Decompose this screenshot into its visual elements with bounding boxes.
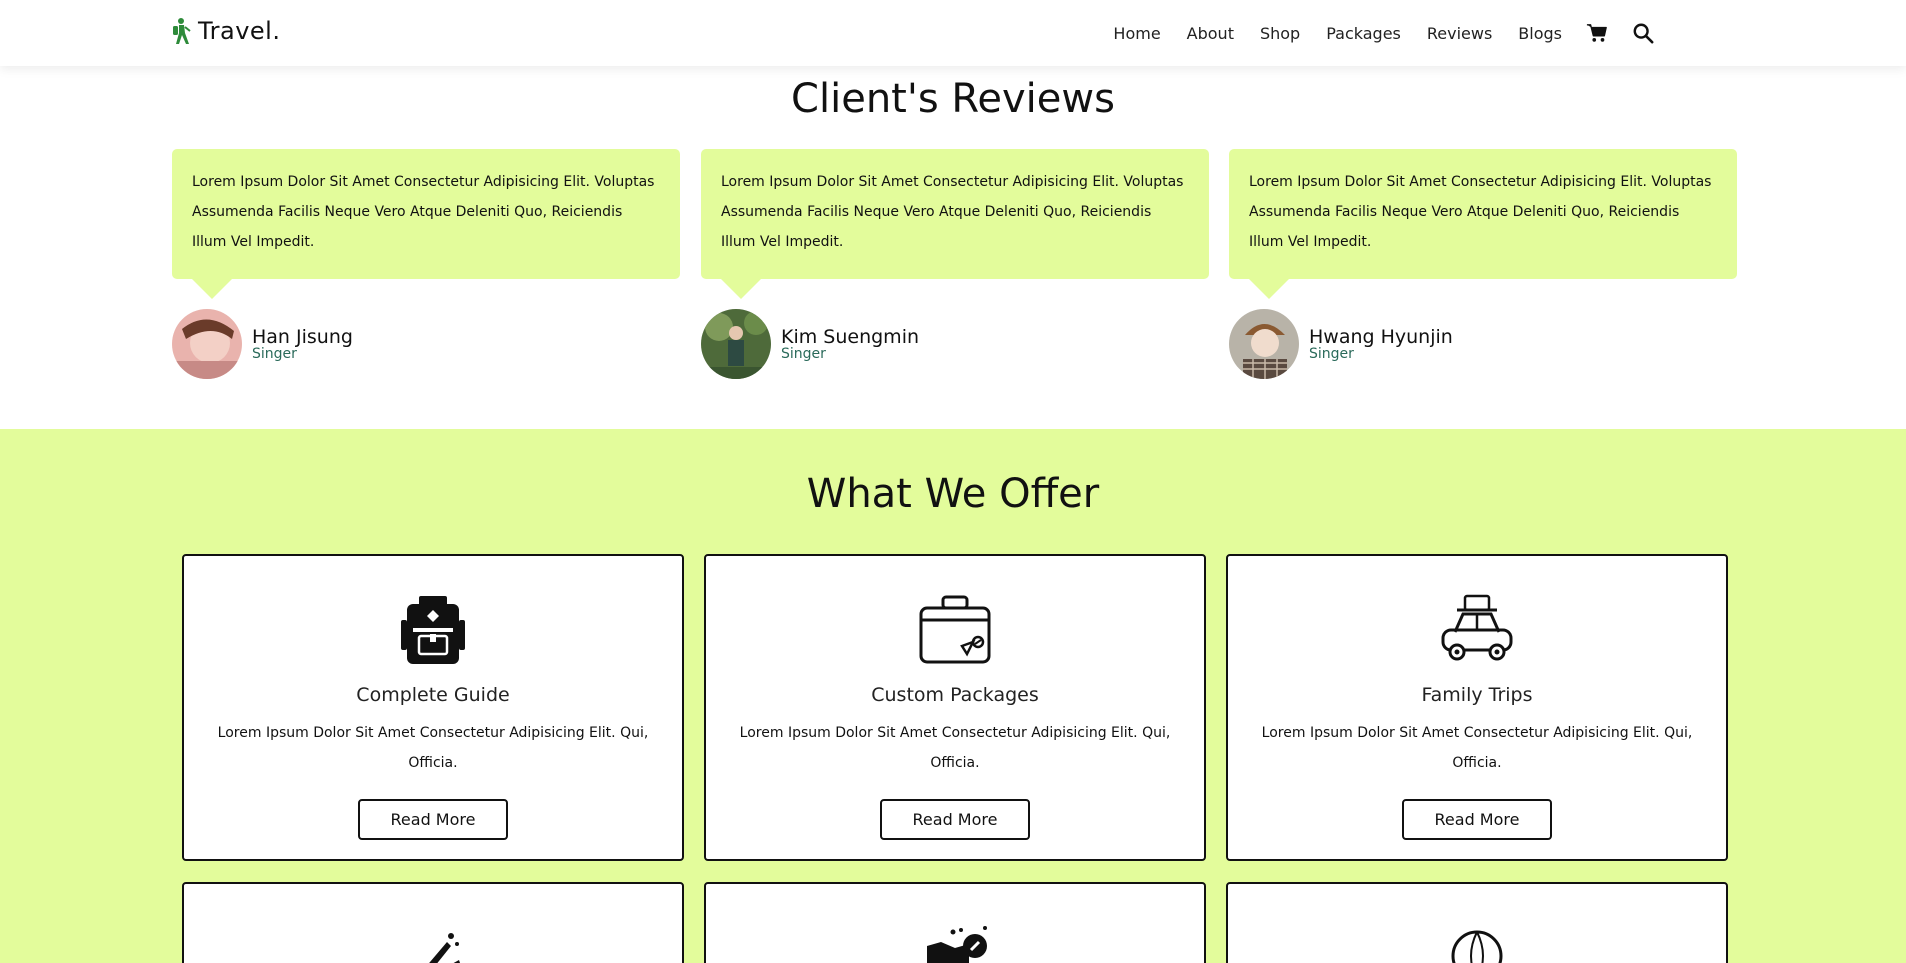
nav-shop[interactable]: Shop [1260, 24, 1300, 43]
offer-card: Family Trips Lorem Ipsum Dolor Sit Amet … [1226, 554, 1728, 861]
offer-card [704, 882, 1206, 963]
reviewer-name: Han Jisung [252, 326, 353, 348]
reviewer: Hwang Hyunjin Singer [1229, 309, 1737, 379]
knife-tool-icon [429, 933, 460, 963]
review-text: Lorem Ipsum Dolor Sit Amet Consectetur A… [1249, 174, 1712, 250]
nav-blogs[interactable]: Blogs [1518, 24, 1562, 43]
offer-title: What We Offer [806, 471, 1100, 517]
offer-card [182, 882, 684, 963]
nav-home[interactable]: Home [1113, 24, 1160, 43]
review-bubble: Lorem Ipsum Dolor Sit Amet Consectetur A… [701, 149, 1209, 299]
reviews-section: Client's Reviews Lorem Ipsum Dolor Sit A… [0, 66, 1906, 429]
offer-card-title: Complete Guide [356, 684, 510, 706]
read-more-button[interactable]: Read More [880, 799, 1030, 840]
car-icon [1441, 594, 1513, 661]
offer-card [1226, 882, 1728, 963]
offer-section: What We Offer Complete Guide Lorem Ipsum… [0, 429, 1906, 963]
review-text: Lorem Ipsum Dolor Sit Amet Consectetur A… [192, 174, 655, 250]
suitcase-icon [919, 595, 991, 664]
logo[interactable]: Travel. [170, 17, 280, 45]
nav-about[interactable]: About [1187, 24, 1234, 43]
cart-icon[interactable] [1586, 22, 1608, 44]
review-card: Lorem Ipsum Dolor Sit Amet Consectetur A… [1229, 149, 1737, 379]
avatar [701, 309, 771, 379]
reviewer-role: Singer [781, 346, 826, 362]
backpack-icon [401, 596, 465, 664]
offer-card-text: Lorem Ipsum Dolor Sit Amet Consectetur A… [1261, 725, 1693, 771]
reviewer: Han Jisung Singer [172, 309, 680, 379]
logo-text: Travel. [198, 17, 281, 45]
main-nav: Home About Shop Packages Reviews Blogs [1087, 0, 1654, 66]
offer-card: Complete Guide Lorem Ipsum Dolor Sit Ame… [182, 554, 684, 861]
hiker-icon [173, 18, 191, 44]
reviewer-role: Singer [1309, 346, 1354, 362]
review-text: Lorem Ipsum Dolor Sit Amet Consectetur A… [721, 174, 1184, 250]
reviewer-name: Kim Suengmin [781, 326, 920, 348]
nav-packages[interactable]: Packages [1326, 24, 1401, 43]
offer-card-text: Lorem Ipsum Dolor Sit Amet Consectetur A… [739, 725, 1171, 771]
read-more-button[interactable]: Read More [358, 799, 508, 840]
reviewer: Kim Suengmin Singer [701, 309, 1209, 379]
site-header: Travel. Home About Shop Packages Reviews… [0, 0, 1906, 66]
reviewer-name: Hwang Hyunjin [1309, 326, 1453, 348]
offer-card-title: Family Trips [1421, 684, 1533, 706]
offer-card-title: Custom Packages [871, 684, 1039, 706]
nav-reviews[interactable]: Reviews [1427, 24, 1492, 43]
reviewer-role: Singer [252, 346, 297, 362]
reviews-title: Client's Reviews [791, 76, 1115, 122]
review-card: Lorem Ipsum Dolor Sit Amet Consectetur A… [172, 149, 680, 379]
search-icon[interactable] [1632, 22, 1654, 44]
offer-card-text: Lorem Ipsum Dolor Sit Amet Consectetur A… [217, 725, 649, 771]
review-bubble: Lorem Ipsum Dolor Sit Amet Consectetur A… [172, 149, 680, 299]
review-bubble: Lorem Ipsum Dolor Sit Amet Consectetur A… [1229, 149, 1737, 299]
avatar [172, 309, 242, 379]
read-more-button[interactable]: Read More [1402, 799, 1552, 840]
review-card: Lorem Ipsum Dolor Sit Amet Consectetur A… [701, 149, 1209, 379]
avatar [1229, 309, 1299, 379]
hot-air-balloon-icon [1451, 930, 1503, 963]
offer-card: Custom Packages Lorem Ipsum Dolor Sit Am… [704, 554, 1206, 861]
map-compass-icon [927, 926, 987, 963]
